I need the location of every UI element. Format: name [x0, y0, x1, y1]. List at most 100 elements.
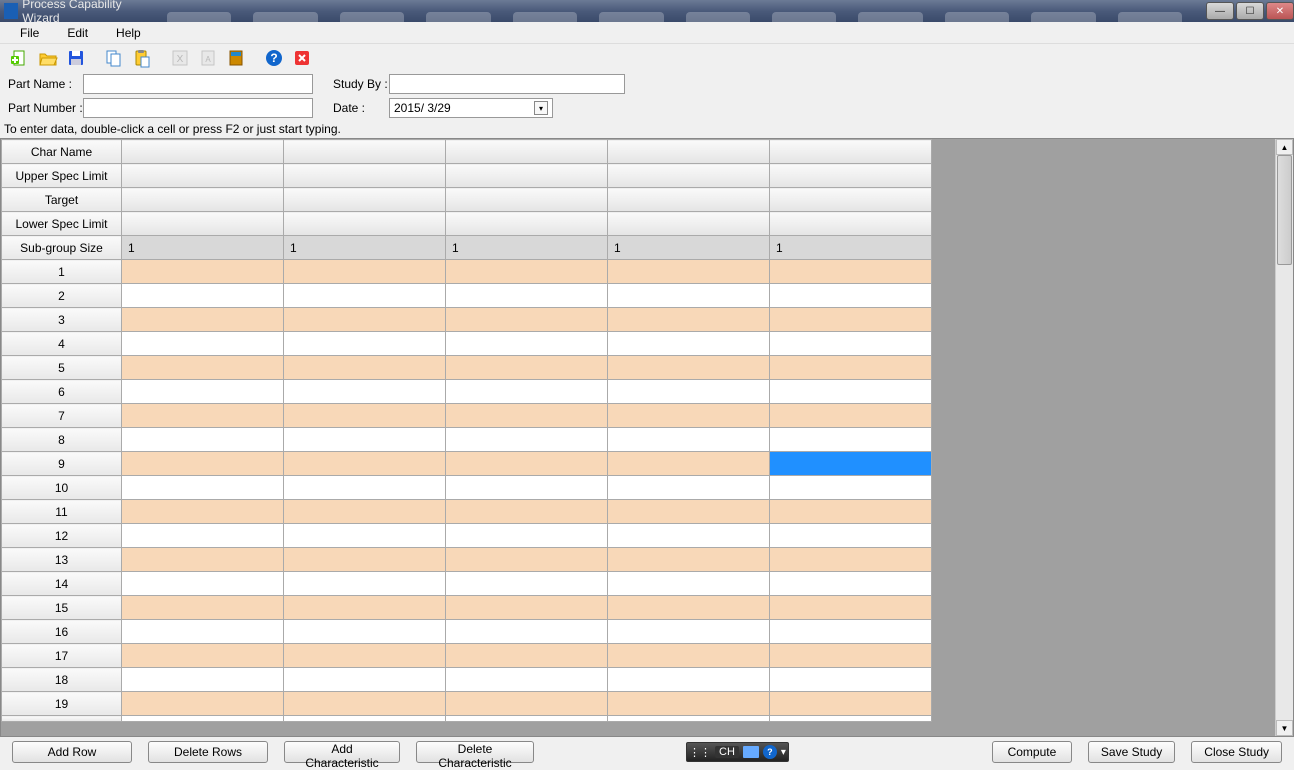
data-cell[interactable] — [122, 620, 284, 644]
data-cell[interactable] — [284, 380, 446, 404]
header-cell[interactable] — [608, 140, 770, 164]
help-icon[interactable]: ? — [262, 46, 286, 70]
options-icon[interactable] — [224, 46, 248, 70]
data-cell[interactable] — [122, 356, 284, 380]
data-cell[interactable] — [122, 572, 284, 596]
data-cell[interactable] — [122, 692, 284, 716]
data-cell[interactable] — [608, 692, 770, 716]
header-cell[interactable] — [122, 164, 284, 188]
maximize-button[interactable]: ☐ — [1236, 2, 1264, 20]
data-cell[interactable] — [446, 620, 608, 644]
data-cell[interactable] — [446, 260, 608, 284]
header-cell[interactable] — [770, 188, 932, 212]
data-cell[interactable] — [608, 668, 770, 692]
data-cell[interactable] — [608, 500, 770, 524]
data-cell[interactable] — [446, 548, 608, 572]
data-cell[interactable] — [284, 692, 446, 716]
data-cell[interactable] — [446, 692, 608, 716]
data-cell[interactable] — [608, 572, 770, 596]
data-cell[interactable] — [122, 524, 284, 548]
data-cell[interactable] — [770, 404, 932, 428]
data-cell[interactable] — [284, 404, 446, 428]
header-cell[interactable] — [284, 188, 446, 212]
data-cell[interactable] — [122, 668, 284, 692]
menu-file[interactable]: File — [6, 24, 53, 42]
data-cell[interactable] — [770, 668, 932, 692]
header-cell[interactable] — [608, 164, 770, 188]
data-cell[interactable] — [122, 476, 284, 500]
data-cell[interactable] — [608, 332, 770, 356]
data-cell[interactable] — [608, 428, 770, 452]
data-cell[interactable] — [122, 284, 284, 308]
data-cell[interactable] — [770, 596, 932, 620]
data-cell[interactable] — [770, 572, 932, 596]
data-cell[interactable] — [122, 332, 284, 356]
data-cell[interactable] — [770, 548, 932, 572]
data-cell[interactable] — [284, 332, 446, 356]
data-cell[interactable] — [122, 452, 284, 476]
data-cell[interactable] — [284, 452, 446, 476]
header-cell[interactable]: 1 — [608, 236, 770, 260]
data-cell[interactable] — [122, 644, 284, 668]
data-cell[interactable] — [446, 428, 608, 452]
save-icon[interactable] — [64, 46, 88, 70]
partnumber-input[interactable] — [83, 98, 313, 118]
data-cell[interactable] — [608, 404, 770, 428]
new-icon[interactable] — [8, 46, 32, 70]
data-cell[interactable] — [608, 284, 770, 308]
date-dropdown-icon[interactable]: ▾ — [534, 101, 548, 115]
header-cell[interactable]: 1 — [284, 236, 446, 260]
ime-grip-icon[interactable]: ⋮⋮ — [689, 746, 711, 759]
add-characteristic-button[interactable]: Add Characteristic — [284, 741, 400, 763]
data-cell[interactable] — [122, 500, 284, 524]
data-cell[interactable] — [446, 404, 608, 428]
data-cell[interactable] — [446, 500, 608, 524]
paste-icon[interactable] — [130, 46, 154, 70]
data-cell[interactable] — [770, 692, 932, 716]
ime-lang[interactable]: CH — [715, 746, 739, 758]
header-cell[interactable] — [284, 212, 446, 236]
data-cell[interactable] — [770, 260, 932, 284]
data-cell[interactable] — [122, 548, 284, 572]
data-cell[interactable] — [446, 284, 608, 308]
data-cell[interactable] — [770, 284, 932, 308]
header-cell[interactable] — [608, 188, 770, 212]
data-cell[interactable] — [284, 644, 446, 668]
data-cell[interactable] — [770, 332, 932, 356]
header-cell[interactable] — [446, 140, 608, 164]
data-cell[interactable] — [122, 596, 284, 620]
data-cell[interactable] — [284, 476, 446, 500]
data-cell[interactable] — [770, 356, 932, 380]
data-cell[interactable] — [608, 476, 770, 500]
data-cell[interactable] — [770, 524, 932, 548]
data-cell[interactable] — [446, 644, 608, 668]
data-cell[interactable] — [284, 668, 446, 692]
data-cell[interactable] — [608, 596, 770, 620]
header-cell[interactable]: 1 — [122, 236, 284, 260]
data-cell[interactable] — [770, 620, 932, 644]
data-cell[interactable] — [446, 332, 608, 356]
data-cell[interactable] — [122, 308, 284, 332]
header-cell[interactable]: 1 — [770, 236, 932, 260]
data-cell[interactable] — [284, 596, 446, 620]
data-cell[interactable] — [770, 500, 932, 524]
data-cell[interactable] — [608, 452, 770, 476]
data-cell[interactable] — [284, 428, 446, 452]
data-cell[interactable] — [122, 260, 284, 284]
add-row-button[interactable]: Add Row — [12, 741, 132, 763]
data-cell[interactable] — [608, 260, 770, 284]
language-bar[interactable]: ⋮⋮ CH ? ▾ — [686, 742, 789, 762]
data-cell[interactable] — [608, 620, 770, 644]
header-cell[interactable] — [284, 164, 446, 188]
data-cell[interactable] — [284, 548, 446, 572]
data-cell[interactable] — [446, 596, 608, 620]
header-cell[interactable] — [770, 164, 932, 188]
vertical-scrollbar[interactable]: ▲ ▼ — [1275, 139, 1293, 736]
compute-button[interactable]: Compute — [992, 741, 1072, 763]
copy-icon[interactable] — [102, 46, 126, 70]
header-cell[interactable] — [608, 212, 770, 236]
data-cell[interactable] — [284, 572, 446, 596]
data-cell[interactable] — [284, 284, 446, 308]
open-icon[interactable] — [36, 46, 60, 70]
ime-options-icon[interactable]: ▾ — [781, 747, 786, 758]
